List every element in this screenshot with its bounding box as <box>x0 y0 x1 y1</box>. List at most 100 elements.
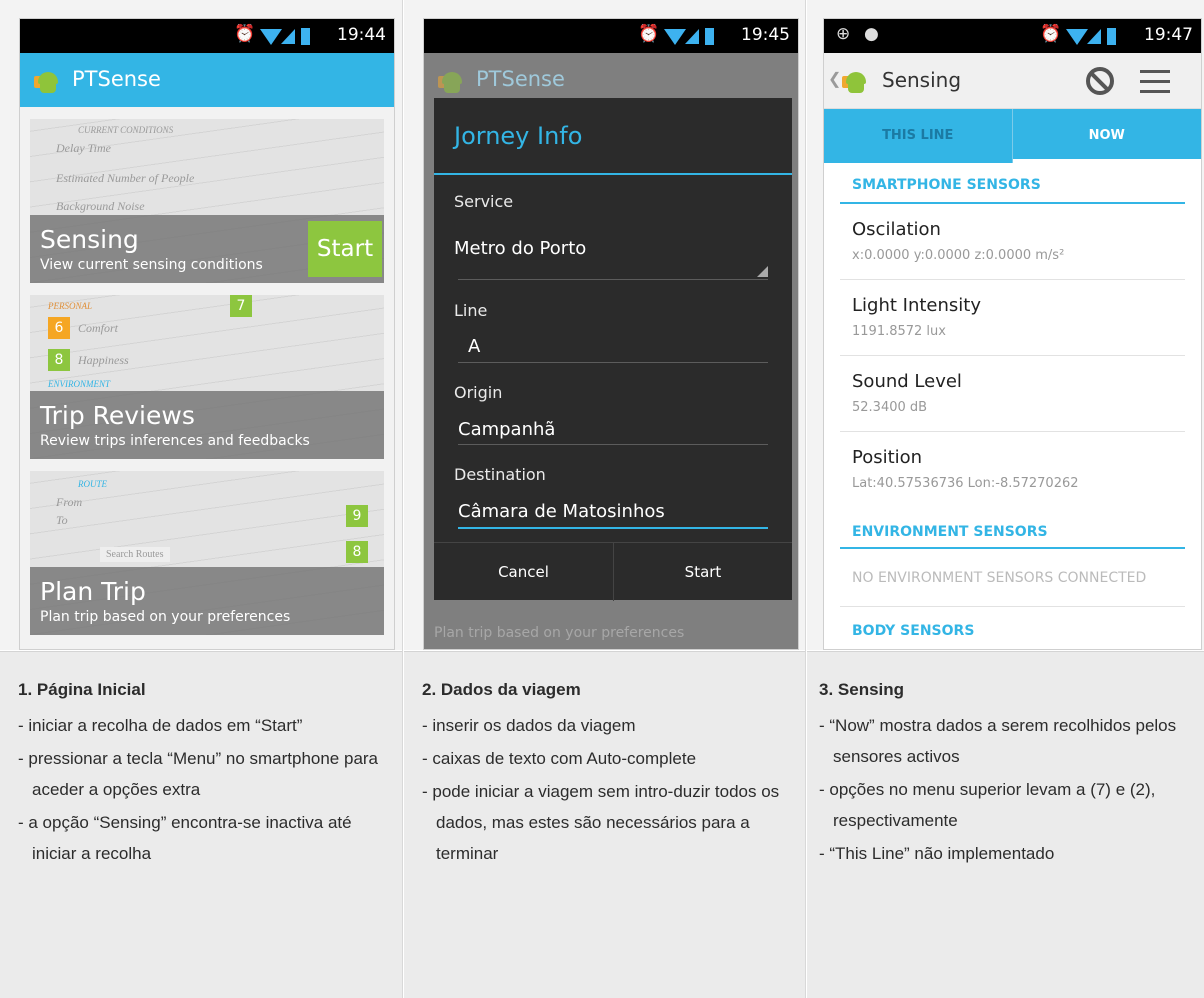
caption-area: 2. Dados da viagem - inserir os dados da… <box>404 651 805 998</box>
column-sensing: ⊕ ● ⏰ 19:47 ❮ Sensing THIS LINE NOW SMAR… <box>807 0 1204 998</box>
tab-bar: THIS LINE NOW <box>824 109 1201 163</box>
back-chevron-icon[interactable]: ❮ <box>828 69 841 89</box>
app-title: PTSense <box>476 67 565 91</box>
menu-icon[interactable] <box>1140 70 1170 94</box>
app-icon[interactable] <box>842 66 870 94</box>
tile-title: Plan Trip <box>40 577 146 606</box>
origin-input[interactable]: Campanhã <box>458 419 555 440</box>
signal-icon <box>281 29 295 44</box>
notification-icon: ● <box>864 24 879 44</box>
tab-indicator <box>1012 159 1201 163</box>
alarm-icon: ⏰ <box>1040 24 1062 44</box>
row-position: Position <box>852 447 923 468</box>
caption-item: - caixas de texto com Auto-complete <box>422 749 697 768</box>
action-bar: ❮ Sensing <box>824 53 1201 109</box>
caption-title: 3. Sensing <box>819 680 905 699</box>
caption-item: - “Now” mostra dados a serem recolhidos … <box>819 716 1177 766</box>
caption-item: - pode iniciar a viagem sem intro-duzir … <box>422 782 780 863</box>
section-body: BODY SENSORS <box>852 623 975 639</box>
tab-label: NOW <box>1088 128 1125 143</box>
row-oscilation-value: x:0.0000 y:0.0000 z:0.0000 m/s² <box>852 248 1065 263</box>
phone-sensing: ⊕ ● ⏰ 19:47 ❮ Sensing THIS LINE NOW SMAR… <box>823 18 1202 650</box>
caption-sensing: 3. Sensing - “Now” mostra dados a serem … <box>819 680 1194 871</box>
alarm-icon: ⏰ <box>234 24 256 44</box>
caption-title: 1. Página Inicial <box>18 680 146 699</box>
clock: 19:44 <box>337 25 386 45</box>
caption-home: 1. Página Inicial - iniciar a recolha de… <box>18 680 392 871</box>
row-oscilation: Oscilation <box>852 219 941 240</box>
caption-area: 3. Sensing - “Now” mostra dados a serem … <box>807 651 1204 998</box>
status-bar: ⏰ 19:45 <box>424 19 798 53</box>
app-icon <box>438 66 466 94</box>
tile-title: Trip Reviews <box>40 401 195 430</box>
tile-overlay: Trip Reviews Review trips inferences and… <box>30 391 384 459</box>
line-input[interactable]: A <box>468 336 480 357</box>
stop-icon[interactable] <box>1086 67 1114 95</box>
caption-area: 1. Página Inicial - iniciar a recolha de… <box>0 651 402 998</box>
wifi-icon <box>260 29 282 45</box>
screenshot-area: ⊕ ● ⏰ 19:47 ❮ Sensing THIS LINE NOW SMAR… <box>807 0 1204 650</box>
phone-journey: ⏰ 19:45 PTSense Plan trip based on your … <box>423 18 799 650</box>
status-bar: ⏰ 19:44 <box>20 19 394 53</box>
section-environment: ENVIRONMENT SENSORS <box>852 524 1048 540</box>
wifi-icon <box>664 29 686 45</box>
row-sound: Sound Level <box>852 371 962 392</box>
line-label: Line <box>454 301 488 320</box>
alarm-icon: ⏰ <box>638 24 660 44</box>
start-button[interactable]: Start <box>613 543 792 601</box>
caption-title: 2. Dados da viagem <box>422 680 581 699</box>
background-hint: Plan trip based on your preferences <box>434 625 685 641</box>
tile-overlay: Sensing View current sensing conditions … <box>30 215 384 283</box>
caption-journey: 2. Dados da viagem - inserir os dados da… <box>422 680 795 871</box>
tab-this-line[interactable]: THIS LINE <box>824 109 1013 163</box>
tile-sensing[interactable]: CURRENT CONDITIONS Delay Time Estimated … <box>30 119 384 283</box>
section-smartphone: SMARTPHONE SENSORS <box>852 177 1041 193</box>
service-spinner[interactable]: Metro do Porto <box>454 238 586 259</box>
signal-icon <box>685 29 699 44</box>
dialog-title: Jorney Info <box>454 122 583 150</box>
screen-title: Sensing <box>882 68 962 92</box>
tile-subtitle: Plan trip based on your preferences <box>40 609 291 625</box>
row-sound-value: 52.3400 dB <box>852 400 928 415</box>
start-button[interactable]: Start <box>308 221 382 277</box>
app-title: PTSense <box>72 67 161 91</box>
tab-now[interactable]: NOW <box>1012 109 1201 163</box>
status-bar: ⊕ ● ⏰ 19:47 <box>824 19 1201 53</box>
dialog-buttons: Cancel Start <box>434 542 792 601</box>
tile-plan-trip[interactable]: ROUTE From To Search Routes 9 8 Plan Tri… <box>30 471 384 635</box>
column-home: ⏰ 19:44 PTSense CURRENT CONDITIONS Delay… <box>0 0 403 998</box>
phone-home: ⏰ 19:44 PTSense CURRENT CONDITIONS Delay… <box>19 18 395 650</box>
clock: 19:45 <box>741 25 790 45</box>
screenshot-area: ⏰ 19:45 PTSense Plan trip based on your … <box>404 0 805 650</box>
caption-item: - iniciar a recolha de dados em “Start” <box>18 716 303 735</box>
tile-subtitle: Review trips inferences and feedbacks <box>40 433 310 449</box>
battery-icon <box>1107 28 1116 45</box>
caption-item: - a opção “Sensing” encontra-se inactiva… <box>18 813 352 863</box>
tile-overlay: Plan Trip Plan trip based on your prefer… <box>30 567 384 635</box>
tile-subtitle: View current sensing conditions <box>40 257 263 273</box>
screenshot-area: ⏰ 19:44 PTSense CURRENT CONDITIONS Delay… <box>0 0 402 650</box>
signal-icon <box>1087 29 1101 44</box>
tile-title: Sensing <box>40 225 139 254</box>
origin-label: Origin <box>454 383 503 402</box>
column-journey: ⏰ 19:45 PTSense Plan trip based on your … <box>404 0 806 998</box>
action-bar: PTSense <box>20 53 394 107</box>
dialog-title-rule <box>434 173 792 175</box>
app-icon <box>34 66 62 94</box>
journey-info-dialog: Jorney Info Service Metro do Porto Line … <box>434 98 792 601</box>
cancel-button[interactable]: Cancel <box>434 543 613 601</box>
empty-environment: NO ENVIRONMENT SENSORS CONNECTED <box>852 570 1147 586</box>
tile-trip-reviews[interactable]: PERSONAL 6 Comfort 8 Happiness 7 ENVIRON… <box>30 295 384 459</box>
caption-item: - pressionar a tecla “Menu” no smartphon… <box>18 749 379 799</box>
row-light-value: 1191.8572 lux <box>852 324 946 339</box>
caption-item: - “This Line” não implementado <box>819 844 1055 863</box>
destination-label: Destination <box>454 465 546 484</box>
battery-icon <box>301 28 310 45</box>
caption-item: - opções no menu superior levam a (7) e … <box>819 780 1156 830</box>
row-position-value: Lat:40.57536736 Lon:-8.57270262 <box>852 476 1079 491</box>
wifi-icon <box>1066 29 1088 45</box>
destination-input[interactable]: Câmara de Matosinhos <box>458 501 665 522</box>
spinner-arrow-icon <box>757 266 768 277</box>
service-label: Service <box>454 192 514 211</box>
clock: 19:47 <box>1144 25 1193 45</box>
